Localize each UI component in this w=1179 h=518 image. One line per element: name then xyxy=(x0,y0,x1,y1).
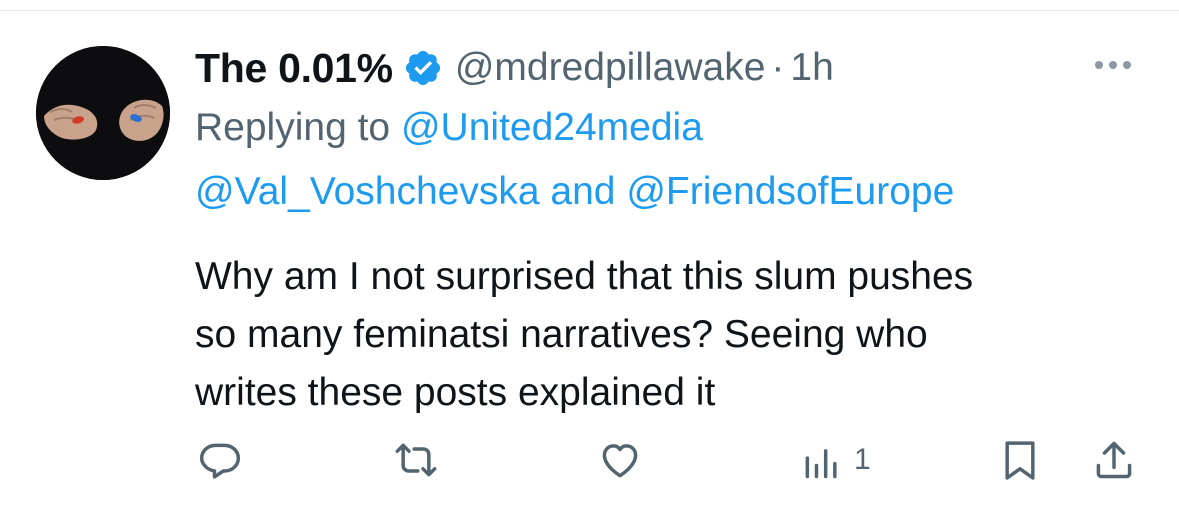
timestamp[interactable]: 1h xyxy=(790,46,833,90)
separator-dot: · xyxy=(771,46,785,89)
replying-to-line-2: @Val_Voshchevska and @FriendsofEurope xyxy=(195,170,954,214)
replying-to-line: Replying to @United24media xyxy=(195,106,703,150)
avatar[interactable] xyxy=(36,46,170,180)
views-count: 1 xyxy=(854,443,871,476)
views-button[interactable]: 1 xyxy=(800,438,871,482)
more-dot xyxy=(1123,61,1131,69)
more-dot xyxy=(1109,61,1117,69)
like-icon xyxy=(602,444,638,478)
avatar-image xyxy=(36,46,170,180)
reply-icon xyxy=(199,443,241,479)
replying-prefix: Replying to xyxy=(195,106,391,149)
tweet-body-line: writes these posts explained it xyxy=(195,371,716,414)
bookmark-icon xyxy=(1005,441,1035,480)
tweet-header: The 0.01% @mdredpillawake · 1h xyxy=(195,40,834,96)
mention-link-val-voshchevska[interactable]: @Val_Voshchevska xyxy=(195,170,540,213)
mention-link-friendsofeurope[interactable]: @FriendsofEurope xyxy=(626,170,954,213)
display-name[interactable]: The 0.01% xyxy=(195,45,393,92)
more-dot xyxy=(1095,61,1103,69)
reply-button[interactable] xyxy=(198,438,242,482)
tweet-body-line: so many feminatsi narratives? Seeing who xyxy=(195,313,928,356)
handle[interactable]: @mdredpillawake xyxy=(455,46,766,90)
reply-conjunction: and xyxy=(550,170,616,213)
like-button[interactable] xyxy=(598,438,642,482)
top-divider xyxy=(0,10,1179,11)
tweet-body: Why am I not surprised that this slum pu… xyxy=(195,248,1145,422)
share-icon xyxy=(1096,441,1132,479)
tweet-body-line: Why am I not surprised that this slum pu… xyxy=(195,255,974,298)
verified-badge-icon[interactable] xyxy=(403,48,443,88)
more-options-icon[interactable] xyxy=(1085,50,1141,80)
bookmark-button[interactable] xyxy=(998,438,1042,482)
retweet-icon xyxy=(395,443,437,477)
share-button[interactable] xyxy=(1092,438,1136,482)
views-icon xyxy=(805,449,837,479)
mention-link-united24media[interactable]: @United24media xyxy=(401,106,703,149)
retweet-button[interactable] xyxy=(394,438,438,482)
